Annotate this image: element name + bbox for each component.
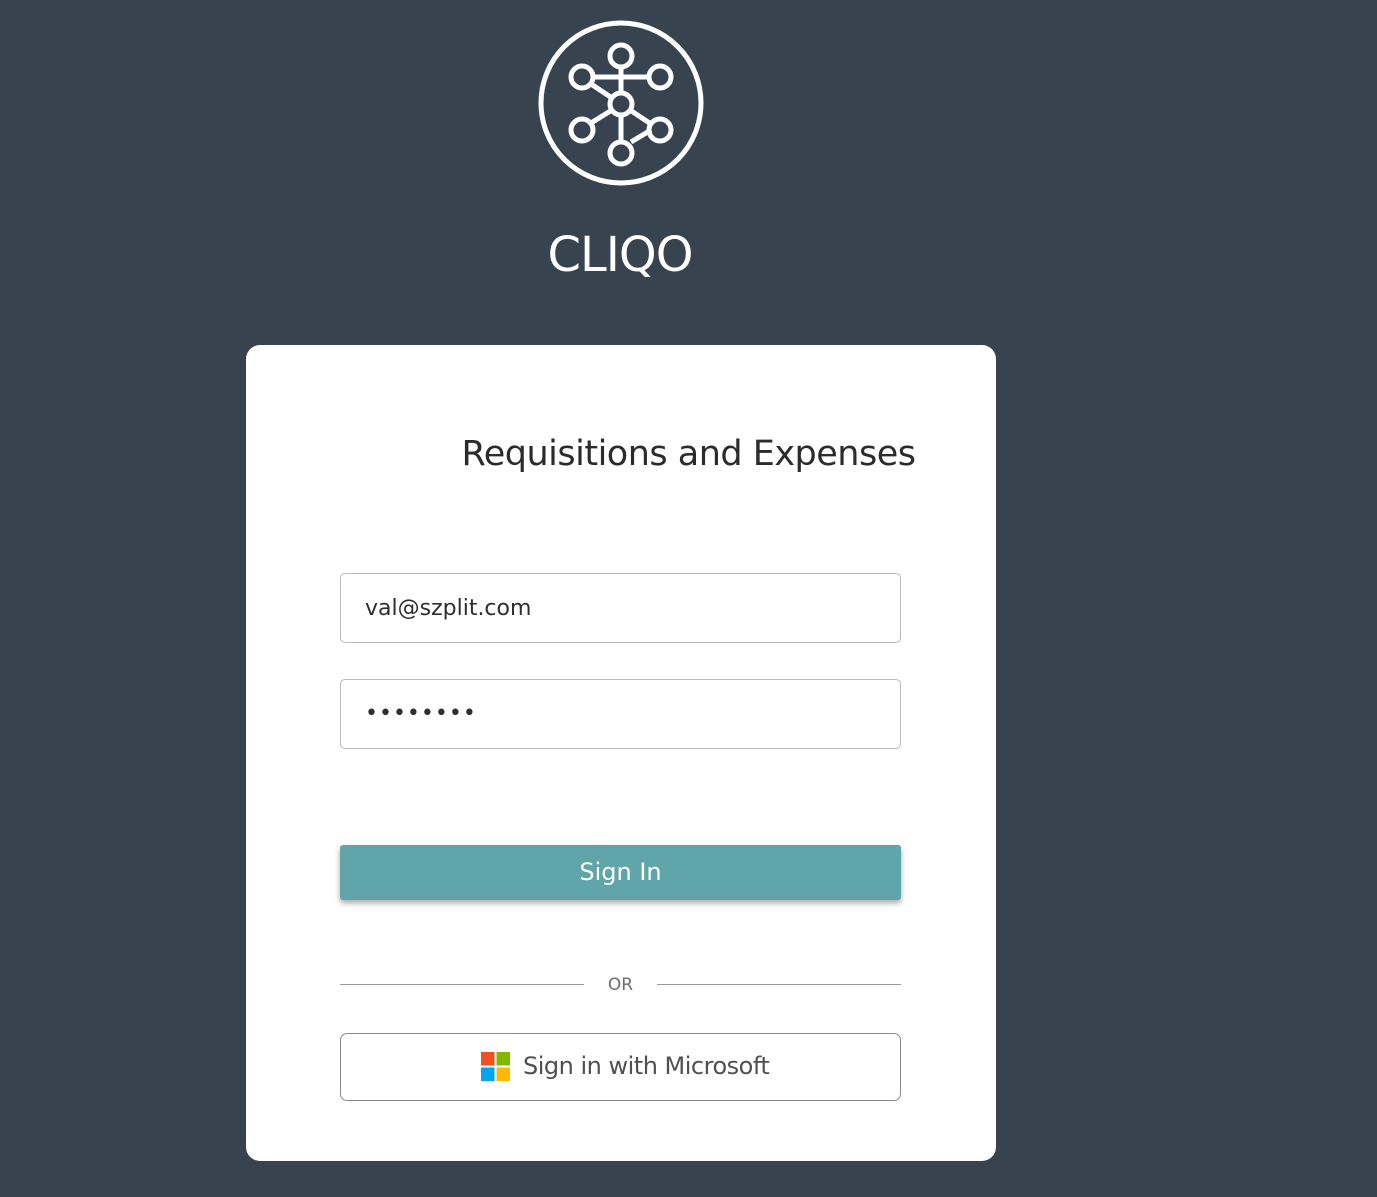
microsoft-logo-icon: [481, 1052, 510, 1081]
network-nodes-icon: [538, 20, 704, 186]
brand-name: CLIQO: [547, 227, 694, 283]
sign-in-button[interactable]: Sign In: [340, 845, 901, 900]
page-title: Requisitions and Expenses: [461, 434, 916, 474]
divider-line-right: [657, 984, 901, 985]
password-value: ••••••••: [365, 701, 477, 726]
email-field[interactable]: val@szplit.com: [340, 573, 901, 643]
microsoft-button-label: Sign in with Microsoft: [523, 1052, 770, 1080]
email-value: val@szplit.com: [365, 596, 532, 621]
divider-or-label: OR: [607, 975, 634, 995]
sign-in-with-microsoft-button[interactable]: Sign in with Microsoft: [340, 1033, 901, 1101]
divider-line-left: [340, 984, 584, 985]
password-field[interactable]: ••••••••: [340, 679, 901, 749]
